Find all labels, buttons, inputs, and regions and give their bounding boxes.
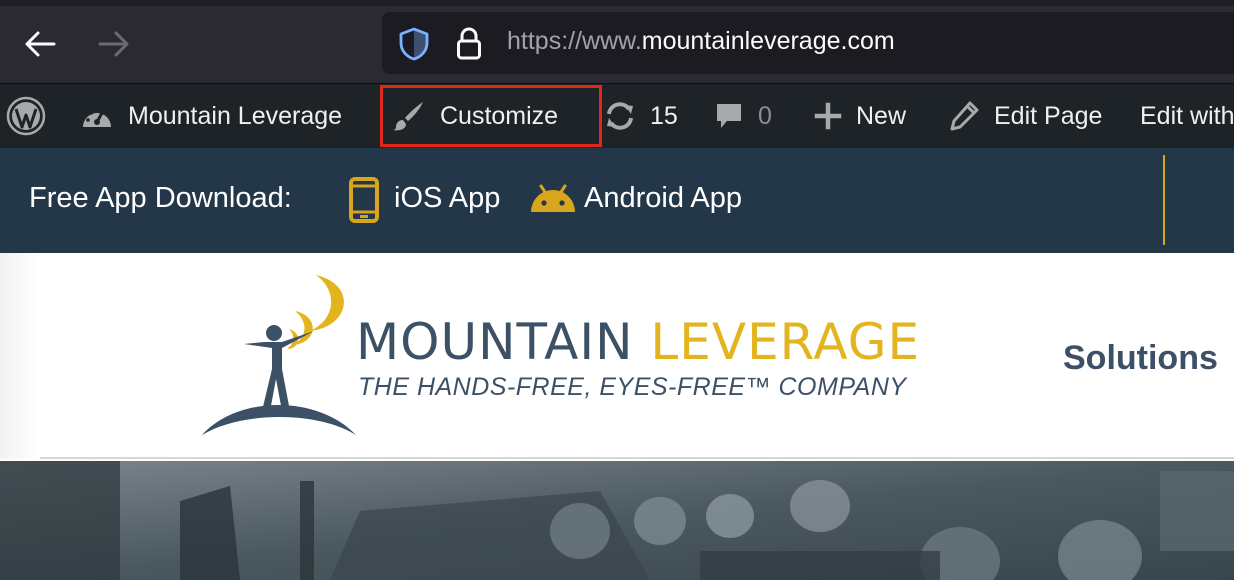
site-header: MOUNTAIN LEVERAGE THE HANDS-FREE, EYES-F… xyxy=(0,253,1234,459)
back-button[interactable] xyxy=(20,24,60,64)
tracking-protection-shield-icon[interactable] xyxy=(398,27,430,61)
updates-count: 15 xyxy=(650,101,678,130)
address-bar[interactable]: https://www.mountainleverage.com xyxy=(382,12,1234,74)
comments-count: 0 xyxy=(758,101,772,130)
url-domain: mountainleverage.com xyxy=(641,27,895,55)
pencil-icon xyxy=(948,100,980,132)
edit-page-link[interactable]: Edit Page xyxy=(948,84,1102,148)
logo-figure-icon xyxy=(202,275,356,435)
logo-word-leverage: LEVERAGE xyxy=(650,313,921,371)
back-arrow-icon xyxy=(25,31,56,57)
comment-bubble-icon xyxy=(714,101,744,131)
info-bar-divider xyxy=(1163,155,1165,245)
dashboard-gauge-icon xyxy=(80,101,114,131)
site-name-label: Mountain Leverage xyxy=(128,101,343,130)
edit-with-link[interactable]: Edit with xyxy=(1140,84,1234,148)
customize-highlight-box xyxy=(380,85,602,147)
mobile-phone-icon xyxy=(349,177,379,223)
new-label: New xyxy=(856,101,907,130)
app-download-label: Free App Download: xyxy=(29,182,292,214)
tab-strip xyxy=(0,0,1234,6)
plus-icon xyxy=(814,102,842,130)
hero-warehouse-photo xyxy=(0,461,1234,580)
browser-toolbar: https://www.mountainleverage.com xyxy=(0,0,1234,84)
android-icon xyxy=(531,184,575,212)
edit-with-label: Edit with xyxy=(1140,101,1234,130)
new-content-menu[interactable]: New xyxy=(814,84,906,148)
hero-image xyxy=(0,461,1234,580)
forward-button[interactable] xyxy=(94,24,134,64)
android-app-link[interactable]: Android App xyxy=(584,182,742,215)
header-edge-shadow xyxy=(0,253,40,459)
edit-page-label: Edit Page xyxy=(994,101,1103,130)
app-download-bar: Free App Download: iOS App Android App xyxy=(0,148,1234,253)
forward-arrow-icon xyxy=(98,31,129,57)
comments-link[interactable]: 0 xyxy=(714,84,772,148)
url-text[interactable]: https://www.mountainleverage.com xyxy=(507,27,895,56)
logo-word-mountain: MOUNTAIN xyxy=(356,313,634,371)
wordpress-icon xyxy=(6,96,46,136)
updates-link[interactable]: 15 xyxy=(604,84,678,148)
site-name-menu[interactable]: Mountain Leverage xyxy=(80,84,342,148)
updates-refresh-icon xyxy=(604,101,636,131)
nav-solutions[interactable]: Solutions xyxy=(1063,339,1218,378)
logo-tagline: THE HANDS-FREE, EYES-FREE™ COMPANY xyxy=(358,373,907,401)
lock-icon[interactable] xyxy=(456,26,482,60)
url-scheme: https://www. xyxy=(507,27,642,55)
wp-logo-menu[interactable] xyxy=(6,84,46,148)
wp-admin-bar: Mountain Leverage Customize 15 0 New Edi… xyxy=(0,84,1234,148)
logo-wordmark: MOUNTAIN LEVERAGE xyxy=(356,313,920,371)
ios-app-link[interactable]: iOS App xyxy=(394,182,500,215)
